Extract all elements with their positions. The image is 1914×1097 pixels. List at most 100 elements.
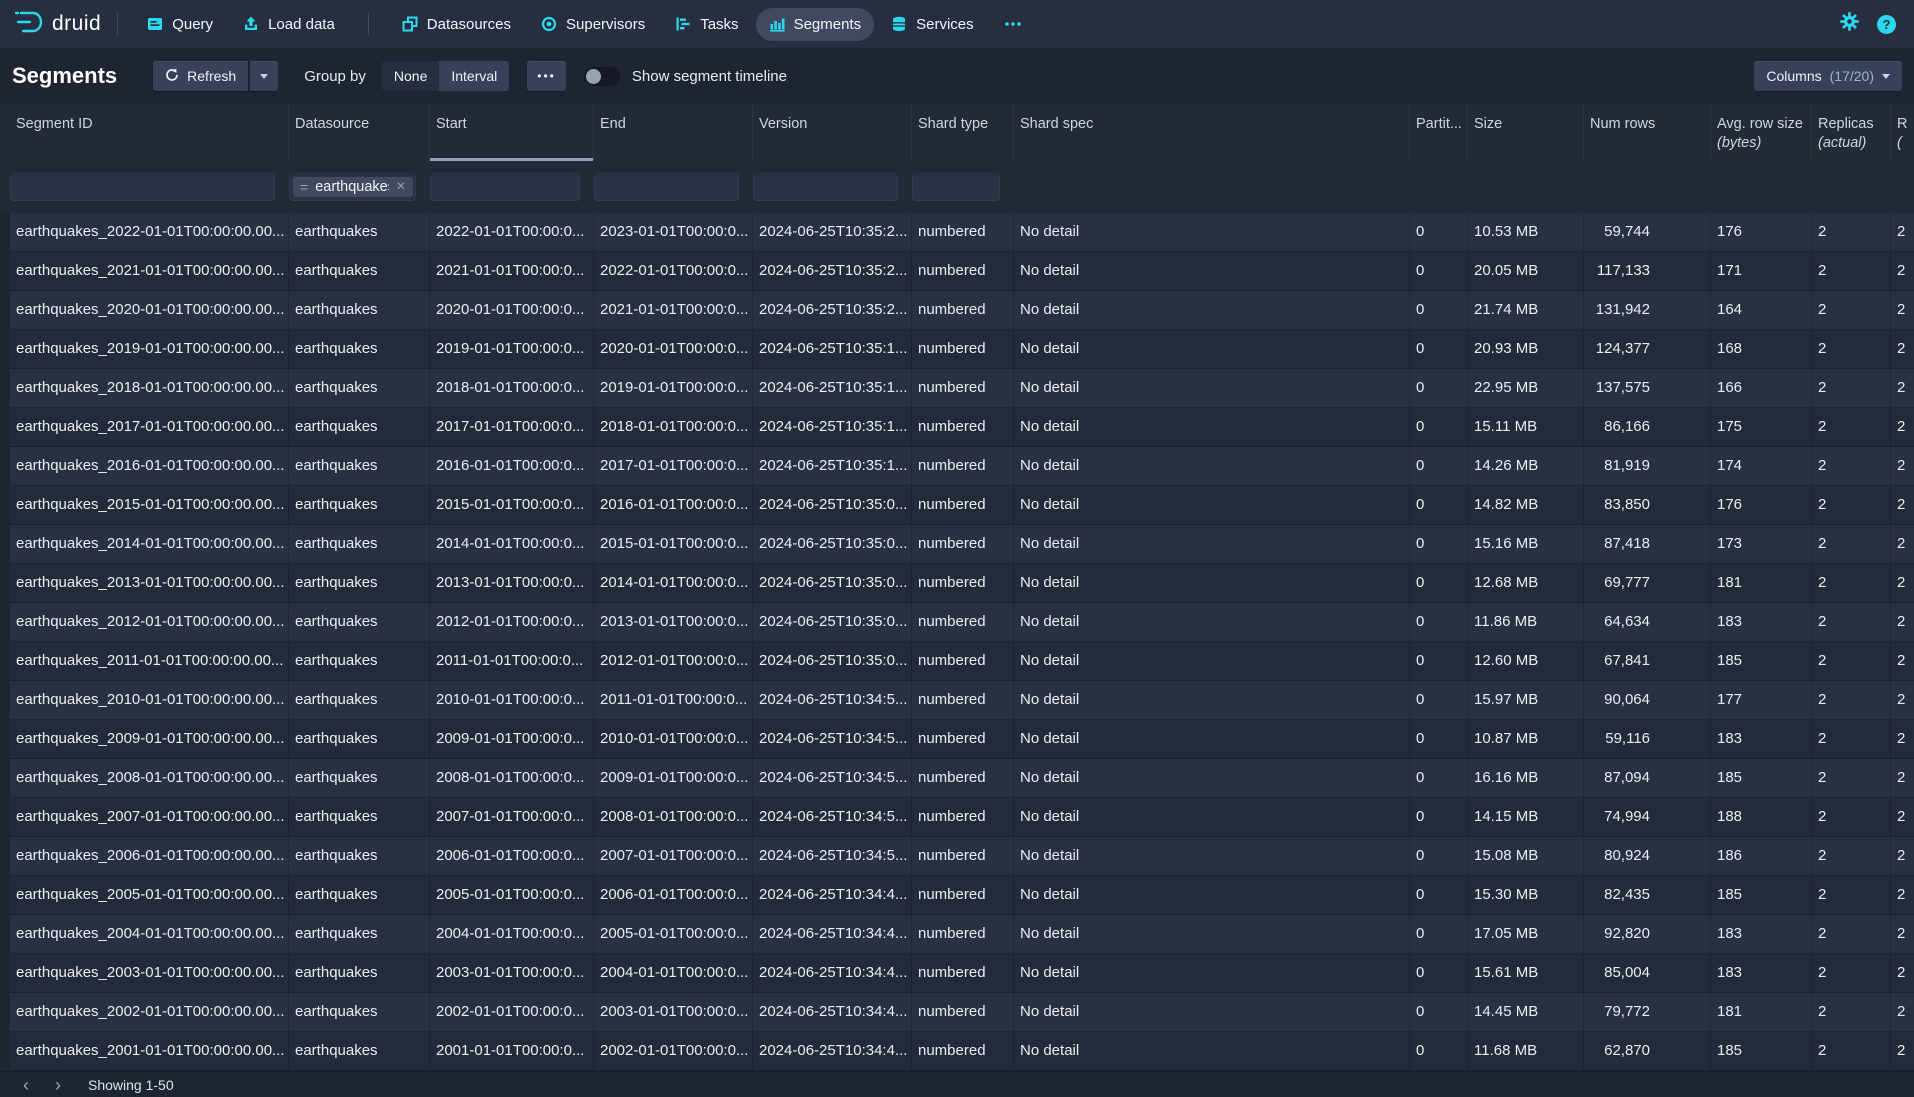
cell-rf: 2	[1891, 603, 1914, 641]
filter-input-shard_type[interactable]	[912, 173, 1000, 201]
cell-id: earthquakes_2001-01-01T00:00:00.00...	[10, 1032, 289, 1070]
column-header-shard_spec[interactable]: Shard spec	[1014, 104, 1410, 161]
cell-version: 2024-06-25T10:34:4...	[753, 1032, 912, 1070]
filter-cell-partition	[1410, 173, 1468, 201]
cell-partition: 0	[1410, 915, 1468, 953]
table-row[interactable]: earthquakes_2008-01-01T00:00:00.00...ear…	[10, 759, 1914, 798]
cell-shard_type: numbered	[912, 837, 1014, 875]
cell-start: 2005-01-01T00:00:0...	[430, 876, 594, 914]
filter-input-id[interactable]	[10, 173, 275, 201]
table-row[interactable]: earthquakes_2011-01-01T00:00:00.00...ear…	[10, 642, 1914, 681]
table-row[interactable]: earthquakes_2018-01-01T00:00:00.00...ear…	[10, 369, 1914, 408]
column-header-ds[interactable]: Datasource	[289, 104, 430, 161]
cell-end: 2007-01-01T00:00:0...	[594, 837, 753, 875]
column-header-sublabel: (bytes)	[1717, 134, 1805, 153]
table-row[interactable]: earthquakes_2009-01-01T00:00:00.00...ear…	[10, 720, 1914, 759]
table-row[interactable]: earthquakes_2015-01-01T00:00:00.00...ear…	[10, 486, 1914, 525]
filter-input-version[interactable]	[753, 173, 898, 201]
column-header-label: Replicas	[1818, 115, 1884, 134]
table-row[interactable]: earthquakes_2019-01-01T00:00:00.00...ear…	[10, 330, 1914, 369]
gear-icon[interactable]	[1840, 12, 1859, 36]
cell-ds: earthquakes	[289, 603, 430, 641]
cell-num_rows: 85,004	[1584, 954, 1711, 992]
table-row[interactable]: earthquakes_2005-01-01T00:00:00.00...ear…	[10, 876, 1914, 915]
table-row[interactable]: earthquakes_2022-01-01T00:00:00.00...ear…	[10, 213, 1914, 252]
pagination-bar: ‹ › Showing 1-50	[0, 1071, 1914, 1097]
nav-item-supervisors[interactable]: Supervisors	[528, 8, 658, 41]
cell-avg: 185	[1711, 642, 1812, 680]
cell-partition: 0	[1410, 447, 1468, 485]
refresh-button[interactable]: Refresh	[153, 61, 248, 91]
table-row[interactable]: earthquakes_2013-01-01T00:00:00.00...ear…	[10, 564, 1914, 603]
refresh-options-button[interactable]	[250, 61, 278, 91]
table-row[interactable]: earthquakes_2020-01-01T00:00:00.00...ear…	[10, 291, 1914, 330]
table-filter-row: =earthquakes×	[0, 161, 1914, 213]
nav-item-tasks[interactable]: Tasks	[662, 8, 751, 41]
cell-start: 2016-01-01T00:00:0...	[430, 447, 594, 485]
column-header-size[interactable]: Size	[1468, 104, 1584, 161]
column-header-version[interactable]: Version	[753, 104, 912, 161]
cell-replicas: 2	[1812, 564, 1891, 602]
cell-partition: 0	[1410, 564, 1468, 602]
filter-cell-end	[594, 173, 753, 201]
table-row[interactable]: earthquakes_2003-01-01T00:00:00.00...ear…	[10, 954, 1914, 993]
column-header-rf[interactable]: R(	[1891, 104, 1914, 161]
column-header-avg[interactable]: Avg. row size(bytes)	[1711, 104, 1812, 161]
table-row[interactable]: earthquakes_2021-01-01T00:00:00.00...ear…	[10, 252, 1914, 291]
column-header-id[interactable]: Segment ID	[10, 104, 289, 161]
column-header-replicas[interactable]: Replicas(actual)	[1812, 104, 1891, 161]
previous-page-button[interactable]: ‹	[10, 1076, 42, 1094]
cell-replicas: 2	[1812, 408, 1891, 446]
table-row[interactable]: earthquakes_2017-01-01T00:00:00.00...ear…	[10, 408, 1914, 447]
cell-avg: 185	[1711, 759, 1812, 797]
toolbar-more-button[interactable]: •••	[527, 61, 566, 91]
table-row[interactable]: earthquakes_2014-01-01T00:00:00.00...ear…	[10, 525, 1914, 564]
cell-version: 2024-06-25T10:35:0...	[753, 603, 912, 641]
table-row[interactable]: earthquakes_2016-01-01T00:00:00.00...ear…	[10, 447, 1914, 486]
cell-shard_spec: No detail	[1014, 720, 1410, 758]
cell-size: 17.05 MB	[1468, 915, 1584, 953]
cell-replicas: 2	[1812, 954, 1891, 992]
table-row[interactable]: earthquakes_2001-01-01T00:00:00.00...ear…	[10, 1032, 1914, 1071]
druid-logo[interactable]: druid	[14, 8, 101, 41]
cell-rf: 2	[1891, 837, 1914, 875]
table-row[interactable]: earthquakes_2004-01-01T00:00:00.00...ear…	[10, 915, 1914, 954]
page-title: Segments	[12, 63, 117, 89]
table-row[interactable]: earthquakes_2012-01-01T00:00:00.00...ear…	[10, 603, 1914, 642]
table-row[interactable]: earthquakes_2010-01-01T00:00:00.00...ear…	[10, 681, 1914, 720]
group-by-none-button[interactable]: None	[382, 61, 439, 91]
filter-input-end[interactable]	[594, 173, 739, 201]
group-by-interval-button[interactable]: Interval	[439, 61, 509, 91]
next-page-button[interactable]: ›	[42, 1076, 74, 1094]
cell-shard_type: numbered	[912, 993, 1014, 1031]
datasource-filter-chip[interactable]: =earthquakes×	[293, 177, 413, 197]
nav-item-datasources[interactable]: Datasources	[389, 8, 524, 41]
table-row[interactable]: earthquakes_2006-01-01T00:00:00.00...ear…	[10, 837, 1914, 876]
column-header-shard_type[interactable]: Shard type	[912, 104, 1014, 161]
cell-start: 2009-01-01T00:00:0...	[430, 720, 594, 758]
column-header-start[interactable]: Start	[430, 104, 594, 161]
cell-rf: 2	[1891, 447, 1914, 485]
segment-timeline-toggle[interactable]	[584, 67, 620, 86]
column-header-num_rows[interactable]: Num rows	[1584, 104, 1711, 161]
nav-item-segments[interactable]: Segments	[756, 8, 875, 41]
cell-start: 2014-01-01T00:00:0...	[430, 525, 594, 563]
help-icon[interactable]: ?	[1877, 15, 1896, 34]
column-header-label: Size	[1474, 115, 1577, 134]
segment-timeline-label: Show segment timeline	[632, 68, 787, 85]
remove-filter-icon[interactable]: ×	[396, 179, 405, 195]
group-by-label: Group by	[304, 68, 366, 85]
columns-button[interactable]: Columns (17/20)	[1754, 61, 1902, 91]
nav-more-button[interactable]	[991, 13, 1035, 35]
nav-item-query[interactable]: Query	[134, 8, 226, 41]
cell-shard_type: numbered	[912, 486, 1014, 524]
filter-input-start[interactable]	[430, 173, 580, 201]
cell-shard_type: numbered	[912, 876, 1014, 914]
column-header-partition[interactable]: Partit...	[1410, 104, 1468, 161]
table-row[interactable]: earthquakes_2007-01-01T00:00:00.00...ear…	[10, 798, 1914, 837]
table-row[interactable]: earthquakes_2002-01-01T00:00:00.00...ear…	[10, 993, 1914, 1032]
datasource-filter-input[interactable]: =earthquakes×	[289, 173, 416, 201]
nav-item-services[interactable]: Services	[878, 8, 987, 41]
nav-item-load-data[interactable]: Load data	[230, 8, 348, 41]
column-header-end[interactable]: End	[594, 104, 753, 161]
